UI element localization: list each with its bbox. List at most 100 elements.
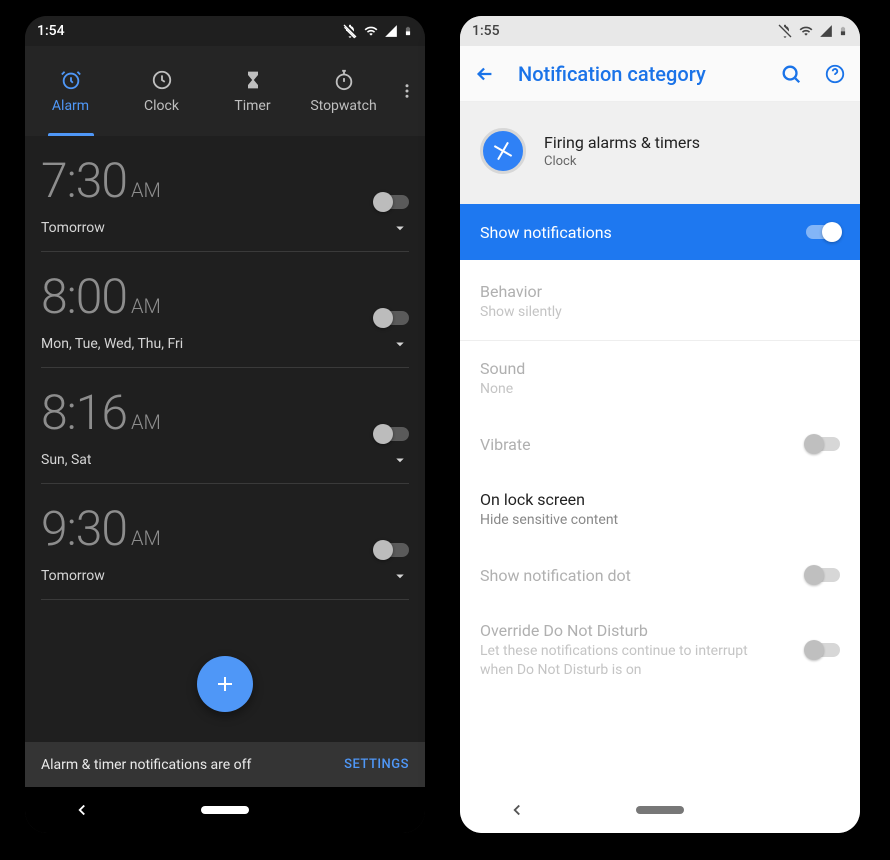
wifi-icon <box>363 24 379 38</box>
status-icons <box>342 23 413 39</box>
tab-label: Timer <box>234 98 270 114</box>
nav-home-button[interactable] <box>636 806 684 814</box>
nav-home-button[interactable] <box>201 806 249 814</box>
status-bar: 1:54 <box>25 16 425 46</box>
alarm-toggle[interactable] <box>375 195 409 209</box>
show-notifications-label: Show notifications <box>480 223 612 242</box>
channel-app: Clock <box>544 154 700 169</box>
switch-icon <box>806 225 840 239</box>
warning-bar: Alarm & timer notifications are off SETT… <box>25 742 425 787</box>
chevron-down-icon[interactable] <box>391 567 409 585</box>
alarm-ampm: AM <box>131 526 161 550</box>
alarm-toggle[interactable] <box>375 311 409 325</box>
tab-label: Alarm <box>52 98 89 114</box>
hourglass-icon <box>243 69 263 91</box>
pref-notif-dot[interactable]: Show notification dot <box>460 548 860 603</box>
stopwatch-icon <box>333 69 355 91</box>
alarm-time[interactable]: 9:30 AM <box>41 500 161 557</box>
alarm-ampm: AM <box>131 178 161 202</box>
alarm-schedule: Tomorrow <box>41 220 105 236</box>
more-vert-icon <box>398 82 416 100</box>
tab-stopwatch[interactable]: Stopwatch <box>298 46 389 136</box>
battery-icon <box>403 23 413 39</box>
pref-behavior[interactable]: Behavior Show silently <box>460 264 860 340</box>
overflow-menu-button[interactable] <box>389 46 425 136</box>
page-title: Notification category <box>518 62 758 86</box>
pref-title: Override Do Not Disturb <box>480 621 750 640</box>
navbar <box>25 787 425 833</box>
alarm-time[interactable]: 8:16 AM <box>41 384 161 441</box>
clock-tabs: Alarm Clock Timer Stopwatch <box>25 46 425 136</box>
alarm-row[interactable]: 9:30 AM Tomorrow <box>41 484 409 600</box>
tab-alarm[interactable]: Alarm <box>25 46 116 136</box>
alarm-ampm: AM <box>131 294 161 318</box>
alarm-icon <box>60 69 82 91</box>
warning-settings-button[interactable]: SETTINGS <box>344 757 409 772</box>
settings-header: Notification category <box>460 46 860 102</box>
pref-title: Sound <box>480 359 525 378</box>
pref-title: Behavior <box>480 282 562 301</box>
tab-timer[interactable]: Timer <box>207 46 298 136</box>
battery-icon <box>838 23 848 39</box>
alarm-hhmm: 8:16 <box>41 384 127 441</box>
signal-icon <box>819 24 833 38</box>
nav-back-icon[interactable] <box>73 801 91 819</box>
add-alarm-button[interactable] <box>197 656 253 712</box>
wifi-icon <box>798 24 814 38</box>
show-notifications-toggle[interactable]: Show notifications <box>460 204 860 260</box>
back-arrow-icon[interactable] <box>474 63 496 85</box>
pref-sub: Show silently <box>480 303 562 322</box>
channel-name: Firing alarms & timers <box>544 133 700 152</box>
alarm-toggle[interactable] <box>375 427 409 441</box>
pref-sound[interactable]: Sound None <box>460 341 860 417</box>
alarm-hhmm: 7:30 <box>41 152 127 209</box>
plus-icon <box>213 672 237 696</box>
alarm-time[interactable]: 8:00 AM <box>41 268 161 325</box>
warning-text: Alarm & timer notifications are off <box>41 757 251 773</box>
pref-title: On lock screen <box>480 490 618 509</box>
pref-sub: None <box>480 380 525 399</box>
search-icon[interactable] <box>780 63 802 85</box>
tab-clock[interactable]: Clock <box>116 46 207 136</box>
switch-icon <box>806 568 840 582</box>
pref-lockscreen[interactable]: On lock screen Hide sensitive content <box>460 472 860 548</box>
alarm-toggle[interactable] <box>375 543 409 557</box>
status-time: 1:54 <box>37 23 65 39</box>
signal-icon <box>384 24 398 38</box>
channel-info: Firing alarms & timers Clock <box>460 102 860 204</box>
preference-list: Behavior Show silently Sound None Vibrat… <box>460 260 860 701</box>
pref-vibrate[interactable]: Vibrate <box>460 417 860 472</box>
status-icons <box>777 23 848 39</box>
pref-override-dnd[interactable]: Override Do Not Disturb Let these notifi… <box>460 603 860 698</box>
chevron-down-icon[interactable] <box>391 451 409 469</box>
navbar <box>460 787 860 833</box>
clock-icon <box>151 69 173 91</box>
status-bar: 1:55 <box>460 16 860 46</box>
alarm-row[interactable]: 8:16 AM Sun, Sat <box>41 368 409 484</box>
alarm-schedule: Sun, Sat <box>41 452 92 468</box>
alarm-ampm: AM <box>131 410 161 434</box>
help-icon[interactable] <box>824 63 846 85</box>
alarm-hhmm: 8:00 <box>41 268 127 325</box>
chevron-down-icon[interactable] <box>391 335 409 353</box>
tab-label: Clock <box>144 98 179 114</box>
channel-app-icon <box>480 128 526 174</box>
pref-title: Show notification dot <box>480 566 631 585</box>
nav-back-icon[interactable] <box>508 801 526 819</box>
pref-sub: Let these notifications continue to inte… <box>480 642 750 680</box>
tab-label: Stopwatch <box>310 98 376 114</box>
alarm-row[interactable]: 8:00 AM Mon, Tue, Wed, Thu, Fri <box>41 252 409 368</box>
alarm-hhmm: 9:30 <box>41 500 127 557</box>
mute-icon <box>777 23 793 39</box>
alarm-time[interactable]: 7:30 AM <box>41 152 161 209</box>
pref-sub: Hide sensitive content <box>480 511 618 530</box>
switch-icon <box>806 643 840 657</box>
pref-title: Vibrate <box>480 435 531 454</box>
alarm-schedule: Mon, Tue, Wed, Thu, Fri <box>41 336 183 352</box>
alarm-row[interactable]: 7:30 AM Tomorrow <box>41 136 409 252</box>
alarm-list: 7:30 AM Tomorrow 8:00 AM Mon, Tue, Wed, … <box>25 136 425 742</box>
alarm-schedule: Tomorrow <box>41 568 105 584</box>
mute-icon <box>342 23 358 39</box>
chevron-down-icon[interactable] <box>391 219 409 237</box>
switch-icon <box>806 437 840 451</box>
